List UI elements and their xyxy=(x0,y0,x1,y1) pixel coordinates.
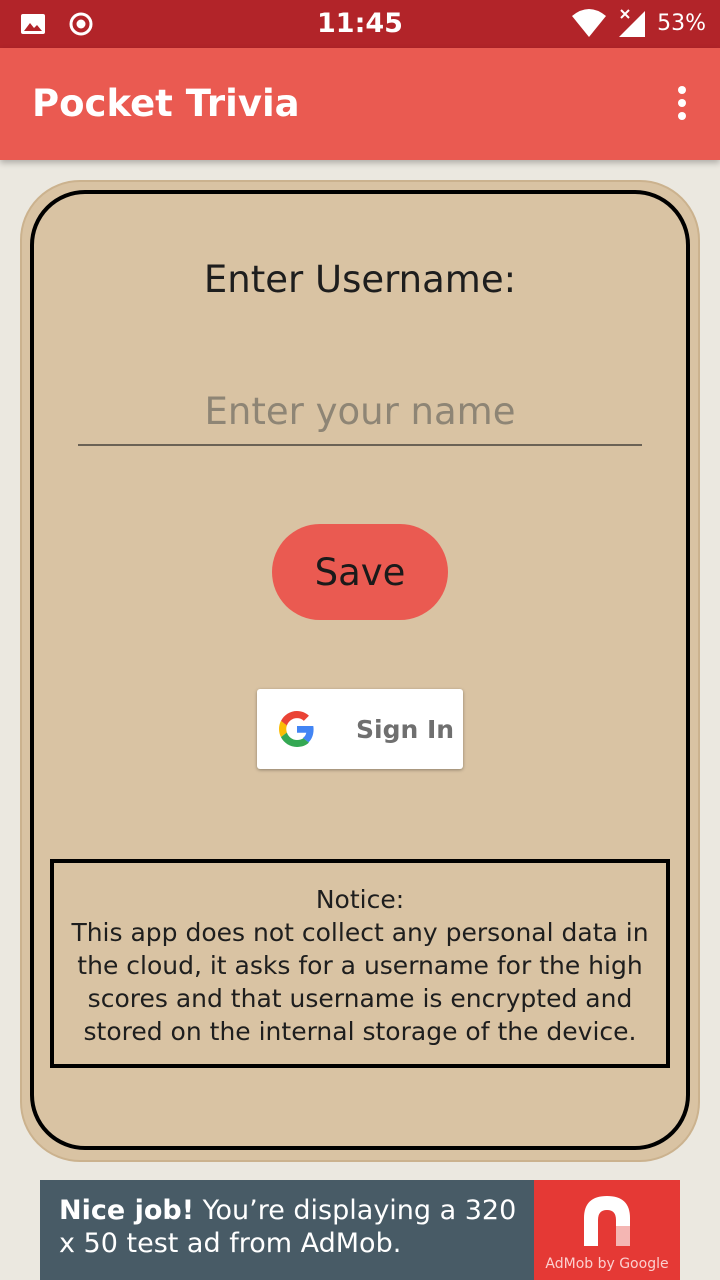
google-sign-in-button[interactable]: Sign In xyxy=(257,689,463,769)
privacy-notice: Notice: This app does not collect any pe… xyxy=(50,859,670,1068)
notice-title: Notice: xyxy=(315,885,405,914)
signal-icon xyxy=(619,9,646,37)
admob-icon xyxy=(584,1196,630,1246)
google-logo-icon xyxy=(279,711,314,747)
ad-text: Nice job! You’re displaying a 320 x 50 t… xyxy=(59,1194,539,1260)
ad-bold-text: Nice job! xyxy=(59,1195,195,1226)
admob-brand: AdMob by Google xyxy=(545,1256,669,1272)
username-input[interactable] xyxy=(78,388,642,446)
sign-in-label: Sign In xyxy=(356,715,455,744)
app-bar: Pocket Trivia xyxy=(0,48,720,160)
admob-logo-panel: AdMob by Google xyxy=(534,1180,680,1280)
save-button[interactable]: Save xyxy=(272,524,448,620)
notice-body: This app does not collect any personal d… xyxy=(71,918,649,1046)
wifi-icon xyxy=(572,9,607,37)
app-title: Pocket Trivia xyxy=(32,82,300,125)
username-heading: Enter Username: xyxy=(203,258,517,301)
ad-banner[interactable]: Nice job! You’re displaying a 320 x 50 t… xyxy=(40,1180,680,1280)
overflow-menu-icon[interactable] xyxy=(672,86,692,126)
battery-percentage: 53% xyxy=(657,10,706,36)
status-bar: 11:45 53% xyxy=(0,0,720,48)
